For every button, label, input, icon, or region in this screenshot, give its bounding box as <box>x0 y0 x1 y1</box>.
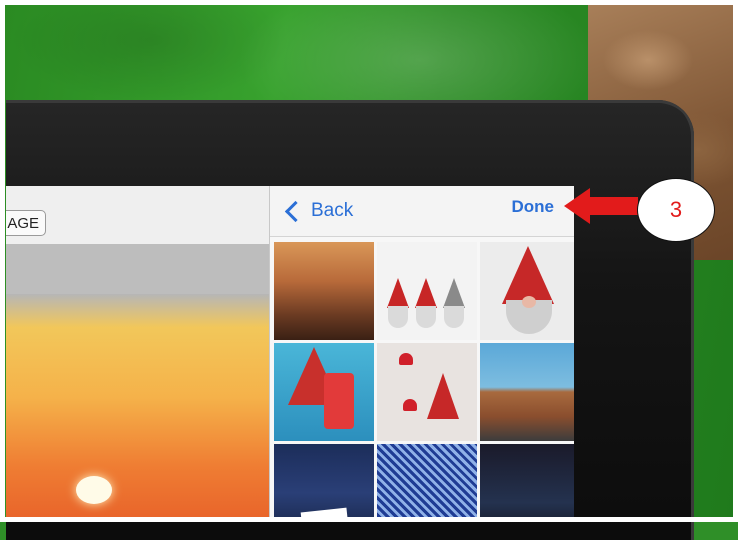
preview-gray-band <box>6 244 269 294</box>
photo-thumbnail-fabric[interactable] <box>377 444 477 522</box>
photo-thumbnail-poster[interactable]: NIGHT! <box>274 444 374 522</box>
step-number-badge: 3 <box>637 178 715 242</box>
callout-arrow-head <box>564 188 590 224</box>
gnome-nose-shape <box>522 296 536 308</box>
heart-shape <box>403 399 417 411</box>
back-label: Back <box>311 200 354 221</box>
ipad-screen: AGE Back Done <box>6 186 574 522</box>
chevron-left-icon <box>284 200 307 222</box>
image-button[interactable]: AGE <box>6 210 46 236</box>
left-toolbar: AGE <box>6 186 269 244</box>
back-button[interactable]: Back <box>284 200 354 222</box>
gnome-shape <box>443 278 465 332</box>
photo-thumbnail-gnome-candle[interactable] <box>274 343 374 441</box>
photo-thumbnail-building[interactable] <box>480 343 574 441</box>
photo-grid: NIGHT! <box>274 242 574 522</box>
image-preview <box>6 244 269 522</box>
photo-picker-pane: Back Done <box>270 186 574 522</box>
gnome-hat-shape <box>427 373 459 419</box>
gnome-shape <box>415 278 437 332</box>
heart-shape <box>399 353 413 365</box>
done-button[interactable]: Done <box>512 197 555 217</box>
photo-thumbnail-gnomes[interactable] <box>377 242 477 340</box>
photo-thumbnail-sunset[interactable] <box>274 242 374 340</box>
left-pane: AGE <box>6 186 270 522</box>
candle-shape <box>324 373 354 429</box>
picker-navigation-bar: Back Done <box>270 186 574 237</box>
photo-thumbnail-hearts[interactable] <box>377 343 477 441</box>
sun-shape <box>76 476 112 504</box>
photo-thumbnail-screen[interactable] <box>480 444 574 522</box>
gnome-shape <box>387 278 409 332</box>
photo-thumbnail-gnome[interactable] <box>480 242 574 340</box>
poster-text: NIGHT! <box>300 507 350 522</box>
callout-arrow-shaft <box>588 197 638 215</box>
